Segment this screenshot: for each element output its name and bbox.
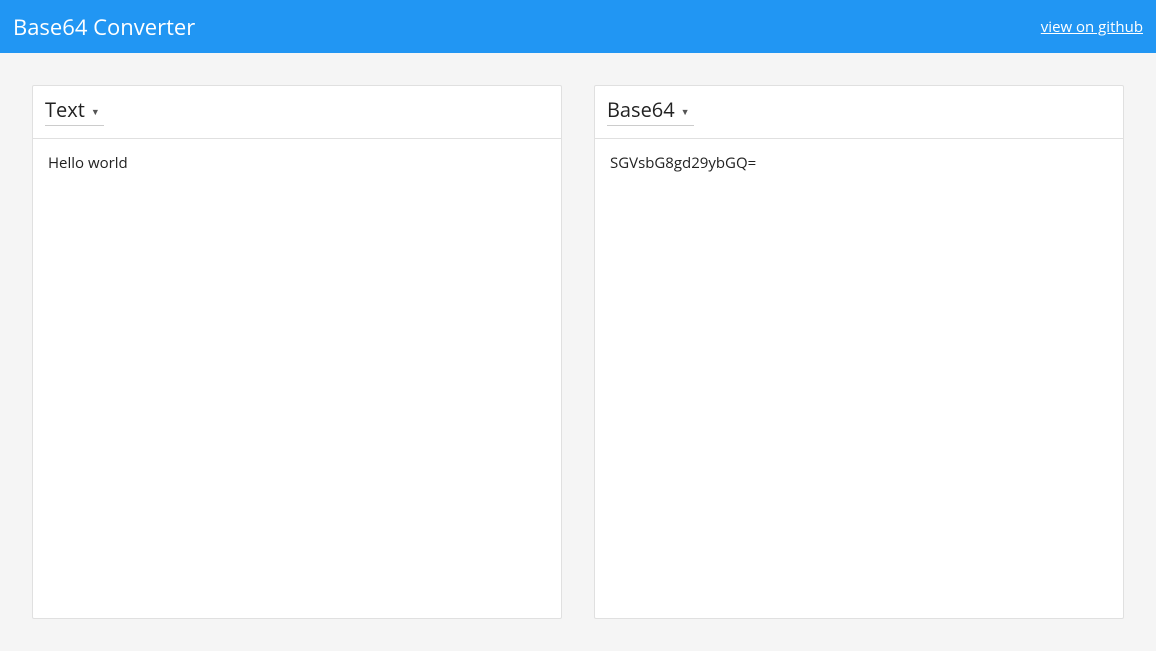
app-header: Base64 Converter view on github (0, 0, 1156, 53)
base64-output[interactable] (610, 153, 1108, 604)
left-panel-header: Text ▼ (33, 86, 561, 139)
github-link[interactable]: view on github (1041, 17, 1143, 37)
app-title: Base64 Converter (13, 12, 195, 42)
right-panel-header: Base64 ▼ (595, 86, 1123, 139)
right-format-dropdown[interactable]: Base64 ▼ (607, 96, 694, 126)
main-content: Text ▼ Base64 ▼ (0, 53, 1156, 651)
chevron-down-icon: ▼ (91, 105, 100, 118)
left-panel-body (33, 139, 561, 618)
right-panel-body (595, 139, 1123, 618)
left-panel: Text ▼ (32, 85, 562, 619)
left-format-dropdown[interactable]: Text ▼ (45, 96, 104, 126)
text-input[interactable] (48, 153, 546, 604)
chevron-down-icon: ▼ (681, 105, 690, 118)
left-dropdown-label: Text (45, 96, 85, 123)
right-panel: Base64 ▼ (594, 85, 1124, 619)
right-dropdown-label: Base64 (607, 96, 675, 123)
